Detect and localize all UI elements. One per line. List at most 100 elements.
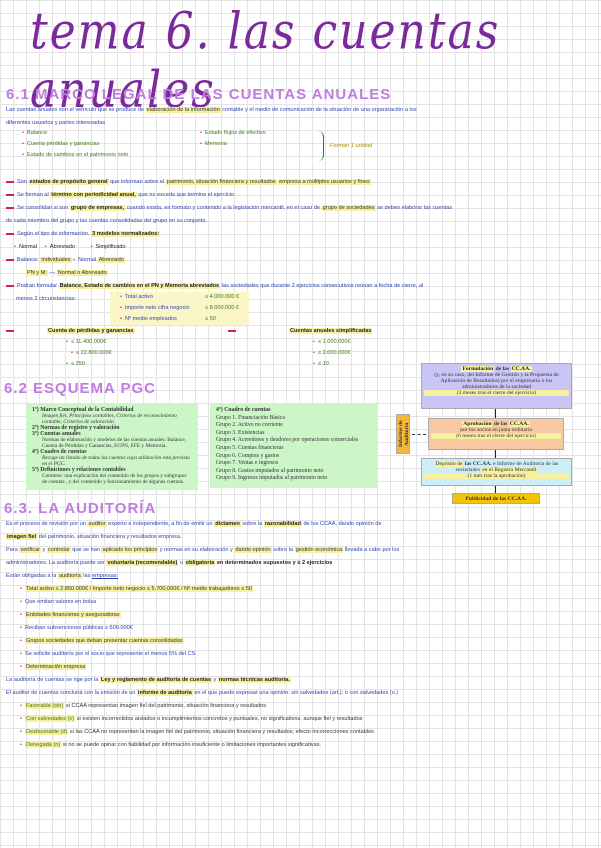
- text: •: [20, 729, 22, 735]
- text: imagen fiel del patrimonio, situación fi…: [6, 531, 601, 544]
- text: controlar: [46, 547, 71, 553]
- text: y: [213, 677, 217, 683]
- forman-note: Forman 1 unidad: [330, 143, 373, 149]
- flow-step-aprobacion: Aprobación de las CC.AA. por los socios …: [428, 418, 564, 450]
- criteria-row: • Total activo ≤ 4.000.000 €: [120, 292, 239, 303]
- text: normas técnicas auditoría.: [217, 677, 291, 683]
- text: del patrimonio, situación financiera y r…: [38, 534, 182, 540]
- text: Reciban subvenciones públicas ≥ 600.000€: [24, 625, 133, 631]
- text: Cuenta de pérdidas y ganancias: [6, 326, 135, 337]
- highlight: elaboración de la información: [145, 107, 221, 113]
- text: [6, 258, 14, 261]
- text: Recoge un listado de todas las cuentas c…: [42, 455, 190, 467]
- text: •: [20, 586, 22, 592]
- text: [228, 329, 236, 332]
- text: informe de auditoría: [136, 690, 193, 696]
- text: menos 2 circunstancias:: [16, 296, 77, 302]
- text: • Reciban subvenciones públicas ≥ 600.000…: [6, 622, 601, 635]
- text: Balance: [26, 130, 48, 136]
- brace: [318, 131, 324, 161]
- text: (y, en su caso, del Informe de Gestión y…: [434, 372, 559, 390]
- list-item: • Estado de cambios en el patrimonio neto: [22, 150, 128, 161]
- group-item: Grupo 5. Cuentas financieras: [216, 444, 284, 451]
- text: dando opinión: [234, 547, 272, 553]
- text: Se forman al: [17, 192, 49, 198]
- text: El auditor de cuentas concluirá con la e…: [6, 690, 136, 696]
- criteria-box: • Total activo ≤ 4.000.000 € • Importe neto…: [110, 292, 250, 325]
- text: Total activo: [124, 294, 153, 300]
- text: dictamen: [214, 521, 241, 527]
- text: • Entidades financieras y aseguradoras: [6, 609, 601, 622]
- text: • Que emitan valores en bolsa: [6, 596, 601, 609]
- text: Depósito de las CC.AA. e Informe de Audi…: [424, 461, 569, 473]
- text: ≤ 8.000.000 €: [204, 305, 240, 311]
- text: gestión económica: [294, 547, 344, 553]
- text: 4º) Cuadro de cuentas: [216, 407, 271, 413]
- text: ≤ 250: [70, 361, 85, 367]
- text: Según el tipo de información, 3 modelos …: [6, 228, 601, 241]
- text: sobre la: [242, 521, 263, 527]
- text: Abreviado: [49, 244, 75, 250]
- text: Son: [17, 179, 27, 185]
- section-heading-6-1: 6.1 MARCO LEGAL DE LAS CUENTAS ANUALES: [6, 86, 392, 103]
- text: • ≤ 10: [228, 359, 372, 370]
- text: •: [120, 294, 122, 300]
- text: verificar: [19, 547, 41, 553]
- text: •: [200, 130, 202, 136]
- pgc-structure-box: 1º) Marco Conceptual de la Contabilidad I…: [26, 404, 198, 490]
- group-item: Grupo 3. Existencias: [216, 429, 265, 436]
- text: Nº medio empleados: [124, 316, 177, 322]
- text: Se consolidan si son: [17, 205, 69, 211]
- text: Es el proceso de revisión por un auditor…: [6, 518, 601, 531]
- text: • ≤ 22.800.000€: [6, 348, 135, 359]
- text: • Normal • Abreviado • Simplificado: [6, 241, 601, 254]
- text: auditor: [87, 521, 107, 527]
- text: ≤ 1.000.000€: [317, 339, 351, 345]
- text: Podrán formular: [17, 283, 58, 289]
- text: La auditoría de cuentas se rige por la: [6, 677, 99, 683]
- text: Estado de cambios en el patrimonio neto: [26, 152, 129, 158]
- text: administradores. La auditoría puede ser …: [6, 557, 601, 570]
- text: Contiene: una explicación del contenido …: [42, 473, 187, 485]
- text: que no exceda que termine el ejercicio: [138, 192, 235, 198]
- text: obligatoria: [184, 560, 216, 566]
- text: •: [313, 339, 315, 345]
- text: Abreviado: [97, 257, 125, 263]
- text: •: [20, 638, 22, 644]
- text: razonabilidad: [263, 521, 302, 527]
- text: en determinados supuestos y ≥ 2 ejercici…: [216, 560, 333, 566]
- text: •: [20, 612, 22, 618]
- text: Es el proceso de revisión por un: [6, 521, 86, 527]
- text: La auditoría de cuentas se rige por la L…: [6, 674, 601, 687]
- section-6-1-points: Son estados de propósito general que inf…: [6, 176, 601, 306]
- text: Normas de elaboración y modelos de las c…: [42, 437, 186, 449]
- text: se deben elaborar las cuentas: [377, 205, 453, 211]
- section-6-3-body: Es el proceso de revisión por un auditor…: [6, 518, 601, 752]
- text: •: [22, 130, 24, 136]
- text: • Total activo ≤ 2.850.000€ / Importe net…: [6, 583, 601, 596]
- group-item: Grupo 8. Gastos imputados al patrimonio …: [216, 467, 324, 474]
- text: grupo de empresas,: [69, 205, 126, 211]
- pyg-thresholds: Cuenta de pérdidas y ganancias • ≤ 11.400…: [6, 326, 135, 370]
- audit-report-label: Informe de Auditoría: [396, 414, 410, 454]
- text: •: [20, 625, 22, 631]
- text: Estado flujos de efectivo: [204, 130, 266, 136]
- text: •: [200, 141, 202, 147]
- text: si CCAA representan imagen fiel del patr…: [65, 703, 267, 709]
- text: Normal o Abreviado: [56, 270, 108, 276]
- text: •: [20, 742, 22, 748]
- text: Balance: individuales • Normal Abreviado: [6, 254, 601, 267]
- text: • ≤ 1.000.000€: [228, 337, 372, 348]
- text: •: [20, 703, 22, 709]
- text: Favorable (sin): [24, 703, 65, 709]
- text: [6, 206, 14, 209]
- text: •: [66, 361, 68, 367]
- text: si existen incorrectidos aislados o incu…: [76, 716, 363, 722]
- text: Para: [6, 547, 18, 553]
- text: llevada a cabo por los: [344, 547, 400, 553]
- group-item: Grupo 7. Ventas e ingresos: [216, 460, 279, 467]
- text: •: [44, 244, 47, 250]
- docs-left: • Balance • Cuenta pérdidas y ganancias • E…: [22, 128, 128, 161]
- text: Están obligadas a la auditoría las empre…: [6, 570, 601, 583]
- text: [6, 193, 14, 196]
